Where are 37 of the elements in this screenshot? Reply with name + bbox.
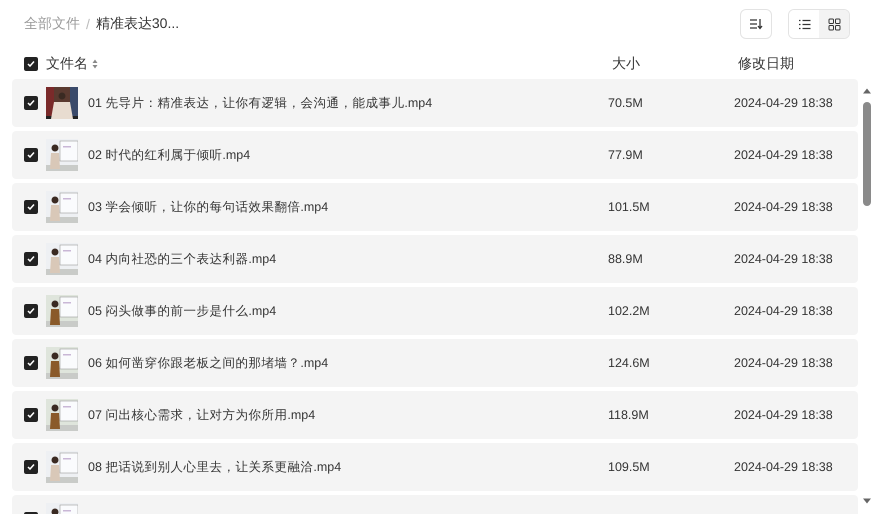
file-row[interactable]: 06 如何凿穿你跟老板之间的那堵墙？.mp4 124.6M 2024-04-29 18:38: [12, 339, 858, 387]
modified-date: 2024-04-29 18:38: [734, 200, 833, 214]
file-name: 05 闷头做事的前一步是什么.mp4: [88, 302, 276, 320]
file-name: 07 问出核心需求，让对方为你所用.mp4: [88, 406, 316, 424]
modified-date: 2024-04-29 18:38: [734, 460, 833, 474]
file-size: 102.2M: [608, 304, 650, 318]
column-header[interactable]: 文件名: [46, 55, 88, 73]
file-size: 70.5M: [608, 96, 643, 110]
file-size: 109.5M: [608, 460, 650, 474]
file-row[interactable]: 05 闷头做事的前一步是什么.mp4 102.2M 2024-04-29 18:38: [12, 287, 858, 335]
modified-date: 2024-04-29 18:38: [734, 252, 833, 266]
modified-date: 2024-04-29 18:38: [734, 356, 833, 370]
file-name: 02 时代的红利属于倾听.mp4: [88, 146, 250, 164]
file-name: 01 先导片：精准表达，让你有逻辑，会沟通，能成事儿.mp4: [88, 94, 432, 112]
file-size: 124.6M: [608, 356, 650, 370]
file-size: 77.9M: [608, 148, 643, 162]
file-name: 03 学会倾听，让你的每句话效果翻倍.mp4: [88, 198, 328, 216]
modified-date: 2024-04-29 18:38: [734, 96, 833, 110]
file-row[interactable]: 02 时代的红利属于倾听.mp4 77.9M 2024-04-29 18:38: [12, 131, 858, 179]
file-row[interactable]: 08 把话说到别人心里去，让关系更融洽.mp4 109.5M 2024-04-29 18:38: [12, 443, 858, 491]
file-name: 08 把话说到别人心里去，让关系更融洽.mp4: [88, 458, 342, 476]
breadcrumb-item[interactable]: 精准表达30...: [96, 15, 180, 33]
modified-date: 2024-04-29 18:38: [734, 148, 833, 162]
file-size: 101.5M: [608, 200, 650, 214]
file-name: 04 内向社恐的三个表达利器.mp4: [88, 250, 276, 268]
modified-date: 2024-04-29 18:38: [734, 408, 833, 422]
file-size: 118.9M: [608, 408, 649, 422]
file-size: 88.9M: [608, 252, 643, 266]
file-row[interactable]: 03 学会倾听，让你的每句话效果翻倍.mp4 101.5M 2024-04-29 18:38: [12, 183, 858, 231]
breadcrumb-separator: /: [86, 16, 90, 32]
file-row[interactable]: 07 问出核心需求，让对方为你所用.mp4 118.9M 2024-04-29 18:38: [12, 391, 858, 439]
modified-date: 2024-04-29 18:38: [734, 304, 833, 318]
column-header[interactable]: 大小: [612, 55, 640, 73]
file-row[interactable]: 04 内向社恐的三个表达利器.mp4 88.9M 2024-04-29 18:38: [12, 235, 858, 283]
file-row[interactable]: 01 先导片：精准表达，让你有逻辑，会沟通，能成事儿.mp4 70.5M 2024-04-29 18:38: [12, 79, 858, 127]
column-header[interactable]: 修改日期: [738, 55, 794, 73]
file-name: 06 如何凿穿你跟老板之间的那堵墙？.mp4: [88, 354, 328, 372]
